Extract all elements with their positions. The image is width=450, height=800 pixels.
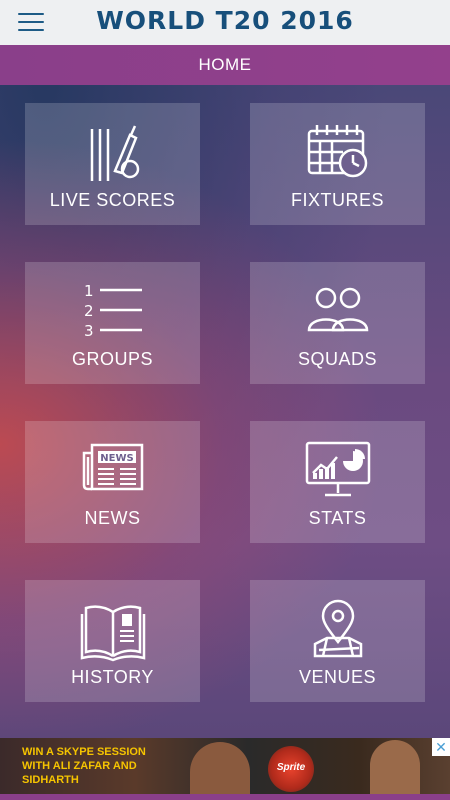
ad-person-image bbox=[190, 742, 250, 794]
tile-squads[interactable]: SQUADS bbox=[250, 262, 425, 384]
section-title: HOME bbox=[198, 55, 252, 74]
ad-brand-logo: Sprite bbox=[268, 746, 314, 792]
cricket-bat-ball-icon bbox=[90, 125, 139, 181]
people-icon bbox=[307, 287, 368, 332]
svg-text:3: 3 bbox=[84, 322, 94, 340]
ad-banner[interactable]: WIN A SKYPE SESSION WITH ALI ZAFAR AND S… bbox=[0, 738, 450, 794]
book-icon bbox=[80, 605, 145, 662]
tile-label: VENUES bbox=[298, 667, 377, 687]
tile-live-scores[interactable]: LIVE SCORES bbox=[25, 103, 200, 225]
tile-label: HISTORY bbox=[71, 667, 154, 687]
chart-monitor-icon bbox=[305, 441, 370, 497]
svg-text:2: 2 bbox=[84, 302, 94, 320]
tile-label: NEWS bbox=[84, 508, 141, 528]
tile-stats[interactable]: STATS bbox=[250, 421, 425, 543]
app-title: WORLD T20 2016 bbox=[96, 6, 354, 35]
newspaper-icon: NEWS bbox=[82, 443, 143, 491]
map-pin-icon bbox=[313, 599, 362, 658]
tile-label: GROUPS bbox=[71, 349, 153, 369]
numbered-list-icon: 1 2 3 bbox=[84, 282, 142, 340]
app-bar: WORLD T20 2016 bbox=[0, 0, 450, 45]
tile-news[interactable]: NEWS NEWS bbox=[25, 421, 200, 543]
close-icon[interactable]: ✕ bbox=[432, 738, 450, 756]
svg-text:1: 1 bbox=[84, 282, 94, 300]
tile-label: SQUADS bbox=[297, 349, 378, 369]
tile-label: LIVE SCORES bbox=[49, 190, 176, 210]
ad-brand: Sprite bbox=[276, 762, 306, 773]
ad-person-image bbox=[370, 740, 420, 794]
bottom-strip bbox=[0, 794, 450, 800]
section-bar: HOME bbox=[0, 45, 450, 85]
home-grid: LIVE SCORES FIXTURES 1 2 3 GROUPS SQUADS N… bbox=[0, 85, 450, 738]
tile-venues[interactable]: VENUES bbox=[250, 580, 425, 702]
tile-label: STATS bbox=[308, 508, 367, 528]
tile-history[interactable]: HISTORY bbox=[25, 580, 200, 702]
tile-groups[interactable]: 1 2 3 GROUPS bbox=[25, 262, 200, 384]
calendar-clock-icon bbox=[307, 125, 367, 178]
ad-text: WIN A SKYPE SESSION WITH ALI ZAFAR AND S… bbox=[22, 746, 146, 786]
svg-text:NEWS: NEWS bbox=[100, 453, 133, 464]
tile-label: FIXTURES bbox=[290, 190, 384, 210]
tile-fixtures[interactable]: FIXTURES bbox=[250, 103, 425, 225]
